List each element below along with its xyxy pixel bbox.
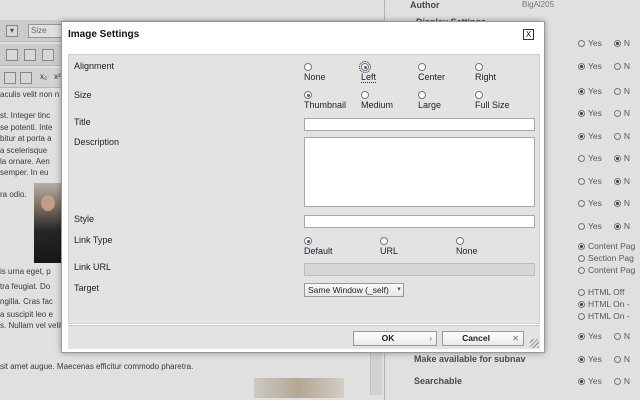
style-label: Style — [74, 214, 95, 224]
radio-icon[interactable] — [418, 63, 426, 71]
radio-icon[interactable] — [359, 61, 371, 73]
link-type-option-url[interactable]: URL — [380, 237, 398, 256]
resize-grip-icon[interactable] — [530, 339, 539, 348]
alignment-label: Alignment — [74, 61, 115, 71]
link-type-option-default[interactable]: Default — [304, 237, 333, 256]
close-icon[interactable]: X — [523, 29, 534, 40]
size-label: Size — [74, 90, 92, 100]
title-label: Title — [74, 117, 91, 127]
alignment-option-none[interactable]: None — [304, 63, 326, 82]
target-select-value: Same Window (_self) — [308, 285, 389, 295]
link-type-option-none[interactable]: None — [456, 237, 478, 256]
dialog-body: Alignment Size Title Description Style L… — [68, 54, 540, 324]
target-select[interactable]: Same Window (_self) ▾ — [304, 283, 404, 297]
radio-icon[interactable] — [304, 237, 312, 245]
description-label: Description — [74, 137, 120, 147]
link-type-label: Link Type — [74, 235, 113, 245]
ok-button[interactable]: OK › — [353, 331, 437, 346]
radio-icon[interactable] — [304, 63, 312, 71]
radio-icon[interactable] — [418, 91, 426, 99]
close-icon: ✕ — [512, 334, 519, 343]
radio-icon[interactable] — [380, 237, 388, 245]
radio-icon[interactable] — [475, 91, 483, 99]
alignment-option-left[interactable]: Left — [359, 61, 377, 83]
size-option-medium[interactable]: Medium — [361, 91, 393, 110]
link-url-label: Link URL — [74, 262, 112, 272]
alignment-option-center[interactable]: Center — [418, 63, 445, 82]
link-url-input[interactable] — [304, 263, 535, 276]
size-option-large[interactable]: Large — [418, 91, 441, 110]
size-option-full-size[interactable]: Full Size — [475, 91, 510, 110]
arrow-right-icon: › — [429, 334, 432, 343]
radio-icon[interactable] — [361, 91, 369, 99]
style-input[interactable] — [304, 215, 535, 228]
image-settings-dialog: Image Settings X Alignment Size Title De… — [61, 21, 545, 353]
description-textarea[interactable] — [304, 137, 535, 207]
target-label: Target — [74, 283, 100, 293]
chevron-down-icon: ▾ — [397, 286, 401, 293]
radio-icon[interactable] — [304, 91, 312, 99]
radio-icon[interactable] — [456, 237, 464, 245]
dialog-title: Image Settings — [68, 29, 140, 40]
size-option-thumbnail[interactable]: Thumbnail — [304, 91, 346, 110]
radio-icon[interactable] — [475, 63, 483, 71]
dialog-footer: OK › Cancel ✕ — [68, 325, 540, 349]
title-input[interactable] — [304, 118, 535, 131]
cancel-button[interactable]: Cancel ✕ — [442, 331, 524, 346]
alignment-option-right[interactable]: Right — [475, 63, 496, 82]
